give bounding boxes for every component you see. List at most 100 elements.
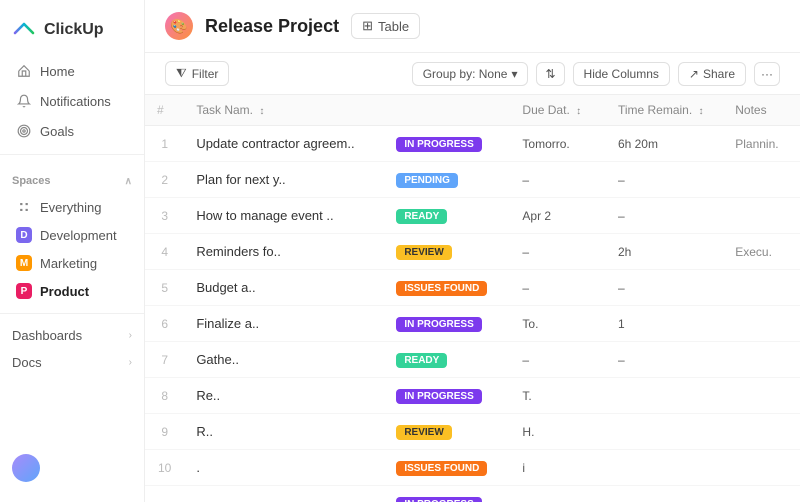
hide-columns-button[interactable]: Hide Columns — [573, 62, 670, 86]
sort-button[interactable]: ⇅ — [536, 62, 564, 86]
row-task-name[interactable]: Finalize a.. — [184, 306, 384, 342]
filter-icon: ⧨ — [176, 66, 187, 81]
row-time-remaining — [606, 378, 723, 414]
row-due-date: T. — [510, 378, 606, 414]
row-time-remaining: 1 — [606, 306, 723, 342]
tasks-table: # Task Nam. ↕ Due Dat. ↕ Time Remain. ↕ — [145, 95, 800, 502]
clickup-logo-icon — [12, 18, 36, 42]
row-status[interactable]: IN PROGRESS — [384, 486, 510, 502]
share-button[interactable]: ↗ Share — [678, 62, 746, 86]
row-task-name[interactable]: Re.. — [184, 378, 384, 414]
row-status[interactable]: REVIEW — [384, 414, 510, 450]
row-time-remaining: – — [606, 270, 723, 306]
table-row[interactable]: 4Reminders fo..REVIEW–2hExecu. — [145, 234, 800, 270]
sidebar-item-development[interactable]: D Development — [4, 221, 140, 249]
sidebar-item-marketing[interactable]: M Marketing — [4, 249, 140, 277]
development-icon: D — [16, 227, 32, 243]
row-num: 1 — [145, 126, 184, 162]
sidebar-item-product[interactable]: P Product — [4, 277, 140, 305]
table-row[interactable]: 5Budget a..ISSUES FOUND–– — [145, 270, 800, 306]
target-icon — [16, 123, 32, 139]
sidebar-divider-2 — [0, 313, 144, 314]
table-toolbar: ⧨ Filter Group by: None ▾ ⇅ Hide Columns… — [145, 53, 800, 95]
col-header-time[interactable]: Time Remain. ↕ — [606, 95, 723, 126]
view-table-button[interactable]: ⊞ Table — [351, 13, 420, 39]
row-status[interactable]: READY — [384, 198, 510, 234]
table-icon: ⊞ — [362, 18, 373, 34]
sidebar-item-goals-label: Goals — [40, 124, 74, 139]
sidebar-item-docs[interactable]: Docs › — [0, 349, 144, 376]
marketing-icon: M — [16, 255, 32, 271]
col-header-due[interactable]: Due Dat. ↕ — [510, 95, 606, 126]
sidebar-item-notifications[interactable]: Notifications — [4, 86, 140, 116]
table-row[interactable]: 3How to manage event ..READYApr 2– — [145, 198, 800, 234]
sidebar-item-marketing-label: Marketing — [40, 256, 97, 271]
row-due-date: H. — [510, 414, 606, 450]
sidebar-item-product-label: Product — [40, 284, 89, 299]
sidebar-item-goals[interactable]: Goals — [4, 116, 140, 146]
sidebar-item-home[interactable]: Home — [4, 56, 140, 86]
row-task-name[interactable]: Plan for next y.. — [184, 162, 384, 198]
row-notes — [723, 486, 800, 502]
col-header-num: # — [145, 95, 184, 126]
row-time-remaining — [606, 450, 723, 486]
row-notes: Plannin. — [723, 126, 800, 162]
row-task-name[interactable] — [184, 486, 384, 502]
time-sort-icon: ↕ — [699, 106, 704, 117]
everything-icon: :: — [16, 199, 32, 215]
row-status[interactable]: IN PROGRESS — [384, 378, 510, 414]
row-task-name[interactable]: Budget a.. — [184, 270, 384, 306]
row-status[interactable]: READY — [384, 342, 510, 378]
page-header: 🎨 Release Project ⊞ Table — [145, 0, 800, 53]
app-logo: ClickUp — [0, 12, 144, 56]
row-task-name[interactable]: R.. — [184, 414, 384, 450]
row-status[interactable]: ISSUES FOUND — [384, 450, 510, 486]
table-row[interactable]: 7Gathe..READY–– — [145, 342, 800, 378]
row-due-date: – — [510, 234, 606, 270]
more-options-button[interactable]: ··· — [754, 62, 780, 86]
row-num: 9 — [145, 414, 184, 450]
col-header-notes[interactable]: Notes — [723, 95, 800, 126]
row-num — [145, 486, 184, 502]
row-notes — [723, 162, 800, 198]
row-num: 3 — [145, 198, 184, 234]
group-by-button[interactable]: Group by: None ▾ — [412, 62, 529, 86]
home-icon — [16, 63, 32, 79]
row-status[interactable]: IN PROGRESS — [384, 306, 510, 342]
row-status[interactable]: REVIEW — [384, 234, 510, 270]
row-status[interactable]: ISSUES FOUND — [384, 270, 510, 306]
row-num: 4 — [145, 234, 184, 270]
bell-icon — [16, 93, 32, 109]
filter-button[interactable]: ⧨ Filter — [165, 61, 229, 86]
table-row[interactable]: 9R..REVIEWH. — [145, 414, 800, 450]
row-status[interactable]: IN PROGRESS — [384, 126, 510, 162]
table-row[interactable]: 8Re..IN PROGRESST. — [145, 378, 800, 414]
table-row[interactable]: 10.ISSUES FOUNDi — [145, 450, 800, 486]
row-task-name[interactable]: Gathe.. — [184, 342, 384, 378]
main-content: 🎨 Release Project ⊞ Table ⧨ Filter Group… — [145, 0, 800, 502]
row-task-name[interactable]: How to manage event .. — [184, 198, 384, 234]
table-header-row: # Task Nam. ↕ Due Dat. ↕ Time Remain. ↕ — [145, 95, 800, 126]
row-notes — [723, 270, 800, 306]
row-task-name[interactable]: Reminders fo.. — [184, 234, 384, 270]
table-row[interactable]: IN PROGRESS — [145, 486, 800, 502]
sidebar-divider-1 — [0, 154, 144, 155]
sidebar-item-everything[interactable]: :: Everything — [4, 193, 140, 221]
sidebar-item-dashboards[interactable]: Dashboards › — [0, 322, 144, 349]
toolbar-right: Group by: None ▾ ⇅ Hide Columns ↗ Share … — [412, 62, 780, 86]
row-time-remaining: – — [606, 198, 723, 234]
row-task-name[interactable]: . — [184, 450, 384, 486]
col-header-name[interactable]: Task Nam. ↕ — [184, 95, 384, 126]
table-row[interactable]: 2Plan for next y..PENDING–– — [145, 162, 800, 198]
row-task-name[interactable]: Update contractor agreem.. — [184, 126, 384, 162]
user-avatar[interactable] — [12, 454, 40, 482]
row-status[interactable]: PENDING — [384, 162, 510, 198]
row-time-remaining: – — [606, 342, 723, 378]
row-num: 6 — [145, 306, 184, 342]
table-row[interactable]: 6Finalize a..IN PROGRESSTo.1 — [145, 306, 800, 342]
row-time-remaining: 2h — [606, 234, 723, 270]
col-header-status — [384, 95, 510, 126]
table-row[interactable]: 1Update contractor agreem..IN PROGRESSTo… — [145, 126, 800, 162]
row-notes — [723, 198, 800, 234]
row-due-date: Apr 2 — [510, 198, 606, 234]
